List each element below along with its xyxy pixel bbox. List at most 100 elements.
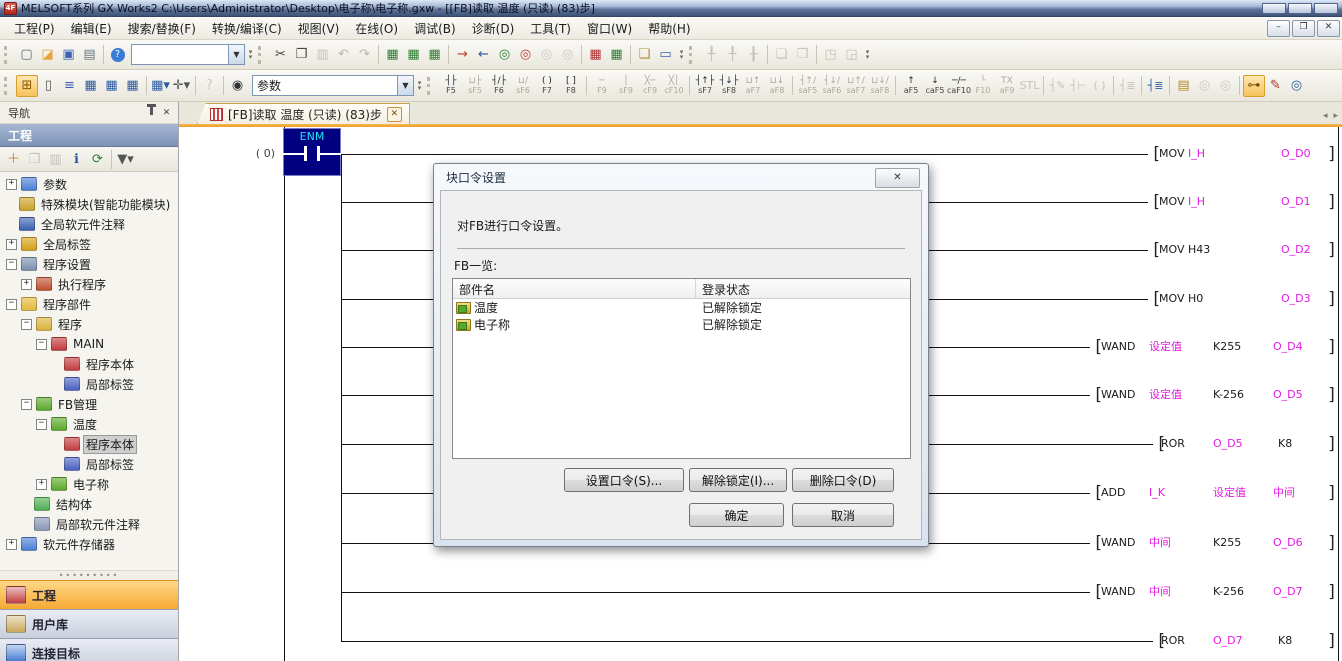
help-button[interactable]: ? (107, 44, 128, 65)
fb-list-header-status[interactable]: 登录状态 (696, 279, 910, 298)
nav-paste-button[interactable]: ▥ (45, 149, 66, 170)
copy-button[interactable]: ❐ (291, 44, 312, 65)
project-view-button[interactable]: ⊞ (16, 75, 38, 97)
remote-operation-button[interactable]: ▭ (655, 44, 676, 65)
fb-list-header-name[interactable]: 部件名 (453, 279, 696, 298)
monitor-start-button[interactable]: ◎ (494, 44, 515, 65)
tree-item-局部标签[interactable]: 局部标签 (0, 374, 178, 394)
find-previous-button[interactable]: ◎ (1194, 75, 1215, 96)
toolbar-overflow-chevron[interactable]: ▾▾ (414, 76, 425, 96)
delete-vertical-line-button[interactable]: ╳│cF10 (662, 73, 686, 98)
window-minimize-button[interactable] (1262, 3, 1286, 14)
device-display-red-button[interactable]: ▦ (585, 44, 606, 65)
tree-item-程序本体[interactable]: 程序本体 (0, 354, 178, 374)
pulse-conversion-button[interactable]: ↑aF5 (899, 73, 923, 98)
rising-pulse-parallel-button[interactable]: ⊔↑aF7 (741, 73, 765, 98)
tree-item-程序[interactable]: −程序 (0, 314, 178, 334)
expand-icon[interactable]: + (6, 239, 17, 250)
toolbar-overflow-chevron[interactable]: ▾▾ (245, 45, 256, 65)
menu-item-5[interactable]: 视图(V) (290, 18, 348, 39)
close-contact-button[interactable]: ┤/├F6 (487, 73, 511, 98)
read-from-plc-button[interactable]: ← (473, 44, 494, 65)
window-close-button[interactable] (1314, 3, 1338, 14)
device-find-button[interactable]: ▦ (80, 75, 101, 96)
ladder-monitor-1-button[interactable]: ╀ (701, 44, 722, 65)
ladder-monitor-2-button[interactable]: ╀ (722, 44, 743, 65)
print-button[interactable]: ▤ (79, 44, 100, 65)
edit-contact-button[interactable]: ┤✎ (1047, 75, 1068, 96)
program-monitor-button[interactable]: ◎ (1286, 75, 1307, 96)
fb-list[interactable]: 部件名 登录状态 温度已解除锁定电子称已解除锁定 (452, 278, 911, 459)
vertical-line-button[interactable]: │sF9 (614, 73, 638, 98)
open-contact-button[interactable]: ┤├F5 (439, 73, 463, 98)
nav-copy-button[interactable]: ❐ (24, 149, 45, 170)
toolbar-grip[interactable] (4, 77, 12, 95)
menu-item-9[interactable]: 工具(T) (522, 18, 579, 39)
watch-dropdown-button[interactable]: ▦▾ (150, 75, 171, 96)
cut-button[interactable]: ✂ (270, 44, 291, 65)
menu-item-10[interactable]: 窗口(W) (579, 18, 640, 39)
verify-button[interactable]: ❏ (634, 44, 655, 65)
stl-instruction-button[interactable]: STL (1019, 75, 1040, 96)
falling-pulse-negate-parallel-button[interactable]: ⊔↓/saF8 (868, 73, 892, 98)
falling-pulse-negate-button[interactable]: ┤↓/saF6 (820, 73, 844, 98)
mdi-close-button[interactable]: ✕ (1317, 20, 1340, 37)
collapse-icon[interactable]: − (36, 419, 47, 430)
trace-2-button[interactable]: ◲ (841, 44, 862, 65)
trace-1-button[interactable]: ◳ (820, 44, 841, 65)
menu-item-6[interactable]: 在线(O) (347, 18, 406, 39)
toolbar-grip[interactable] (427, 77, 435, 95)
toolbar-overflow-chevron[interactable]: ▾▾ (676, 45, 687, 65)
tree-item-FB管理[interactable]: −FB管理 (0, 394, 178, 414)
write-to-plc-button[interactable]: → (452, 44, 473, 65)
toolbar-grip[interactable] (258, 46, 266, 64)
nav-refresh-button[interactable]: ⟳ (87, 149, 108, 170)
open-project-button[interactable]: ◪ (37, 44, 58, 65)
fb-label-edit-button[interactable]: ✎ (1265, 75, 1286, 96)
menu-item-2[interactable]: 编辑(E) (63, 18, 120, 39)
monitor-stop-button[interactable]: ◎ (515, 44, 536, 65)
nav-property-button[interactable]: ℹ (66, 149, 87, 170)
device-comment-button[interactable]: ▦ (382, 44, 403, 65)
rising-pulse-negate-parallel-button[interactable]: ⊔↑/saF7 (844, 73, 868, 98)
collapse-icon[interactable]: − (6, 259, 17, 270)
tree-item-程序设置[interactable]: −程序设置 (0, 254, 178, 274)
tree-item-局部软元件注释[interactable]: 局部软元件注释 (0, 514, 178, 534)
tree-item-局部标签[interactable]: 局部标签 (0, 454, 178, 474)
statement-list-button[interactable]: ▤ (1173, 75, 1194, 96)
find-next-button[interactable]: ◎ (1215, 75, 1236, 96)
nav-view-project-button[interactable]: 工程 (0, 580, 178, 609)
tree-item-参数[interactable]: +参数 (0, 174, 178, 194)
expand-icon[interactable]: + (6, 179, 17, 190)
expand-icon[interactable]: + (36, 479, 47, 490)
toolbar-grip[interactable] (689, 46, 697, 64)
program-list-button[interactable]: ≡ (59, 75, 80, 96)
toolbar-overflow-chevron[interactable]: ▾▾ (862, 45, 873, 65)
collapse-icon[interactable]: − (21, 399, 32, 410)
help-context-button[interactable]: ? (199, 75, 220, 96)
dialog-close-button[interactable]: ✕ (875, 168, 920, 188)
device-search-combo[interactable]: 参数 ▼ (252, 75, 414, 96)
quick-find-combo[interactable]: ▼ (131, 44, 245, 65)
expand-icon[interactable]: + (21, 279, 32, 290)
pulse-conversion-close-button[interactable]: ↓caF5 (923, 73, 947, 98)
mdi-minimize-button[interactable]: – (1267, 20, 1290, 37)
delete-horizontal-line-button[interactable]: ╳─cF9 (638, 73, 662, 98)
horizontal-line-input-button[interactable]: └F10 (971, 73, 995, 98)
redo-button[interactable]: ↷ (354, 44, 375, 65)
toolbar-grip[interactable] (4, 46, 12, 64)
device-table-button[interactable]: ▦ (101, 75, 122, 96)
nav-view-user-library-button[interactable]: 用户库 (0, 609, 178, 638)
module-configuration-button[interactable]: ▯ (38, 75, 59, 96)
monitor-pause-button[interactable]: ◎ (536, 44, 557, 65)
inline-structured-text-button[interactable]: ┤≣ (1117, 75, 1138, 96)
navigation-splitter[interactable]: ••••••••• (0, 570, 178, 580)
combo-dropdown-icon[interactable]: ▼ (228, 45, 244, 64)
rising-pulse-negate-button[interactable]: ┤↑/saF5 (796, 73, 820, 98)
open-contact-parallel-button[interactable]: ⊔├sF5 (463, 73, 487, 98)
tab-scroll-right-icon[interactable]: ▸ (1333, 111, 1338, 121)
horizontal-line-button[interactable]: ─F9 (590, 73, 614, 98)
find-button[interactable]: ◉ (227, 75, 248, 96)
falling-pulse-button[interactable]: ┤↓├sF8 (717, 73, 741, 98)
menu-item-3[interactable]: 搜索/替换(F) (120, 18, 204, 39)
